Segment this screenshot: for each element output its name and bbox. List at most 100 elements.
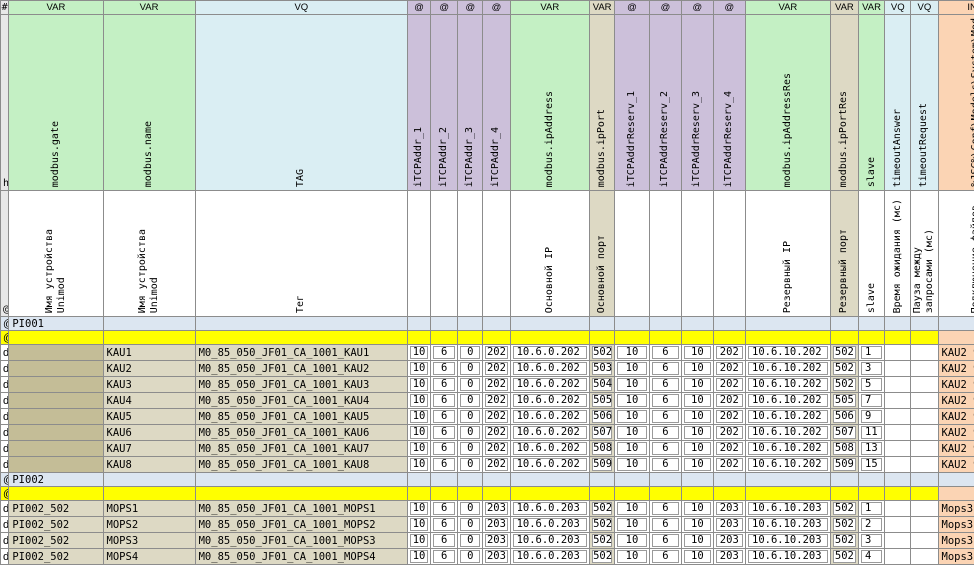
column-type-header[interactable]: VAR bbox=[857, 0, 886, 15]
table-cell[interactable]: M0_85_050_JF01_CA_1001_KAU5 bbox=[194, 408, 409, 425]
table-cell[interactable]: 202 bbox=[482, 344, 511, 361]
table-cell[interactable]: 10.6.0.203 bbox=[509, 532, 591, 549]
table-row[interactable]: d PI002_502 MOPS4 M0_85_050_JF01_CA_1001_MO… bbox=[0, 548, 974, 565]
empty-cell[interactable] bbox=[681, 316, 714, 331]
table-cell[interactable]: 10 bbox=[614, 344, 650, 361]
column-name-header[interactable]: timeoutAnswer bbox=[884, 14, 912, 191]
group-row[interactable]: @PI001 bbox=[0, 316, 974, 331]
column-desc-header[interactable] bbox=[614, 190, 650, 317]
column-type-header[interactable]: @ bbox=[407, 0, 432, 15]
column-name-header[interactable]: TAG bbox=[194, 14, 409, 191]
empty-cell[interactable] bbox=[509, 486, 591, 501]
table-cell[interactable]: 505 bbox=[589, 392, 616, 409]
table-cell[interactable]: 9 bbox=[857, 408, 886, 425]
table-cell[interactable] bbox=[910, 500, 939, 517]
table-cell[interactable]: 6 bbox=[648, 516, 683, 533]
table-cell[interactable]: 10 bbox=[681, 360, 714, 377]
column-type-header[interactable]: @ bbox=[681, 0, 714, 15]
table-cell[interactable]: 6 bbox=[648, 548, 683, 565]
table-cell[interactable]: 10 bbox=[407, 392, 432, 409]
empty-cell[interactable] bbox=[407, 316, 432, 331]
table-cell[interactable]: 6 bbox=[648, 456, 683, 473]
empty-cell[interactable] bbox=[937, 330, 974, 345]
table-cell[interactable]: PI002_502 bbox=[8, 516, 104, 533]
table-cell[interactable]: 10 bbox=[407, 344, 432, 361]
table-cell[interactable]: 10.6.10.202 bbox=[745, 376, 831, 393]
column-type-header[interactable]: @ bbox=[482, 0, 511, 15]
table-cell[interactable]: 202 bbox=[482, 392, 511, 409]
table-cell[interactable]: M0_85_050_JF01_CA_1001_KAU1 bbox=[194, 344, 409, 361]
table-cell[interactable]: 508 bbox=[589, 440, 616, 457]
table-cell[interactable]: 502 bbox=[829, 500, 860, 517]
empty-cell[interactable] bbox=[407, 486, 432, 501]
table-cell[interactable] bbox=[884, 376, 912, 393]
table-cell[interactable]: 502 bbox=[829, 376, 860, 393]
table-cell[interactable] bbox=[8, 440, 104, 457]
table-cell[interactable]: 10.6.0.202 bbox=[509, 360, 591, 377]
table-cell[interactable]: 10 bbox=[614, 376, 650, 393]
table-cell[interactable]: 6 bbox=[648, 360, 683, 377]
table-row[interactable]: d KAU6 M0_85_050_JF01_CA_1001_KAU6 10 6 0 202 1… bbox=[0, 424, 974, 441]
column-type-header[interactable]: VQ bbox=[910, 0, 939, 15]
table-cell[interactable]: 10 bbox=[614, 424, 650, 441]
table-cell[interactable]: 10.6.10.202 bbox=[745, 424, 831, 441]
column-desc-header[interactable]: Резервный IP bbox=[745, 190, 831, 317]
table-cell[interactable] bbox=[884, 532, 912, 549]
table-cell[interactable]: 0 bbox=[457, 456, 484, 473]
table-cell[interactable]: 10 bbox=[614, 360, 650, 377]
table-cell[interactable]: 203 bbox=[712, 548, 747, 565]
column-name-header[interactable]: iTCPAddrReserv_1 bbox=[614, 14, 650, 191]
empty-cell[interactable] bbox=[430, 486, 459, 501]
empty-cell[interactable] bbox=[745, 330, 831, 345]
table-cell[interactable]: 10.6.10.202 bbox=[745, 408, 831, 425]
table-row[interactable]: d KAU4 M0_85_050_JF01_CA_1001_KAU4 10 6 0 202 1… bbox=[0, 392, 974, 409]
table-cell[interactable]: 10.6.0.202 bbox=[509, 392, 591, 409]
table-cell[interactable]: MOPS3 bbox=[102, 532, 196, 549]
empty-cell[interactable] bbox=[194, 316, 409, 331]
table-cell[interactable]: 203 bbox=[482, 516, 511, 533]
table-cell[interactable]: 6 bbox=[430, 516, 459, 533]
separator-row[interactable]: @ bbox=[0, 486, 974, 501]
table-cell[interactable]: 10.6.10.202 bbox=[745, 360, 831, 377]
table-cell[interactable]: 10.6.10.203 bbox=[745, 548, 831, 565]
table-cell[interactable]: 10.6.0.202 bbox=[509, 344, 591, 361]
empty-cell[interactable] bbox=[712, 316, 747, 331]
table-cell[interactable]: 202 bbox=[712, 392, 747, 409]
table-cell[interactable]: KAU2 9030 bbox=[937, 408, 974, 425]
table-cell[interactable]: 10 bbox=[407, 548, 432, 565]
table-cell[interactable]: 6 bbox=[430, 360, 459, 377]
table-cell[interactable]: 10 bbox=[614, 456, 650, 473]
table-cell[interactable]: 2 bbox=[857, 516, 886, 533]
column-desc-header[interactable] bbox=[648, 190, 683, 317]
table-cell[interactable]: 505 bbox=[829, 392, 860, 409]
column-desc-header[interactable] bbox=[430, 190, 459, 317]
table-cell[interactable]: 10.6.0.202 bbox=[509, 408, 591, 425]
table-cell[interactable]: KAU2 9030 bbox=[937, 424, 974, 441]
empty-cell[interactable] bbox=[194, 472, 409, 487]
column-type-header[interactable]: @ bbox=[430, 0, 459, 15]
column-type-header[interactable]: VAR bbox=[509, 0, 591, 15]
table-cell[interactable] bbox=[884, 548, 912, 565]
table-cell[interactable]: 10 bbox=[681, 424, 714, 441]
table-cell[interactable]: 6 bbox=[648, 500, 683, 517]
table-cell[interactable]: 6 bbox=[430, 376, 459, 393]
table-cell[interactable]: 6 bbox=[648, 440, 683, 457]
table-cell[interactable]: 1 bbox=[857, 344, 886, 361]
table-cell[interactable]: 11 bbox=[857, 424, 886, 441]
empty-cell[interactable] bbox=[937, 316, 974, 331]
table-cell[interactable] bbox=[910, 532, 939, 549]
table-cell[interactable]: Mops3Ext bbox=[937, 548, 974, 565]
table-cell[interactable] bbox=[8, 360, 104, 377]
column-name-header[interactable]: modbus.name bbox=[102, 14, 196, 191]
column-type-header[interactable]: VAR bbox=[102, 0, 196, 15]
table-cell[interactable]: 6 bbox=[430, 456, 459, 473]
table-cell[interactable]: KAU6 bbox=[102, 424, 196, 441]
empty-cell[interactable] bbox=[937, 472, 974, 487]
group-label[interactable]: PI002 bbox=[8, 472, 104, 487]
empty-cell[interactable] bbox=[614, 472, 650, 487]
table-cell[interactable]: 5 bbox=[857, 376, 886, 393]
empty-cell[interactable] bbox=[589, 316, 616, 331]
empty-cell[interactable] bbox=[589, 330, 616, 345]
empty-cell[interactable] bbox=[430, 316, 459, 331]
table-cell[interactable]: 10.6.0.202 bbox=[509, 376, 591, 393]
